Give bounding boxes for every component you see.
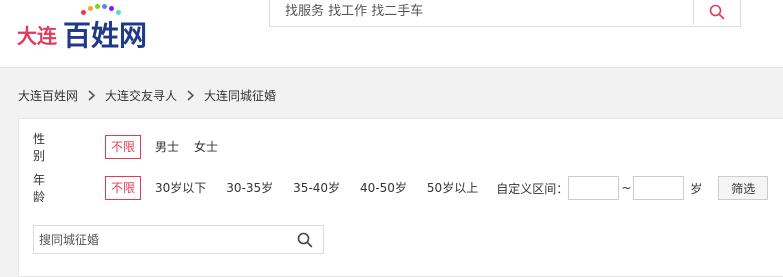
gender-option-any[interactable]: 不限 xyxy=(105,135,142,159)
age-option-any[interactable]: 不限 xyxy=(105,176,142,200)
gender-option-male[interactable]: 男士 xyxy=(149,135,185,159)
age-option-under-30[interactable]: 30岁以下 xyxy=(149,176,212,200)
local-search-input[interactable] xyxy=(34,226,289,253)
age-options: 不限 30岁以下 30-35岁 35-40岁 40-50岁 50岁以上 自定义区… xyxy=(105,176,769,200)
filter-panel: 性别 不限 男士 女士 年龄 不限 30岁以下 30-35岁 35-40岁 40… xyxy=(18,118,783,277)
age-option-over-50[interactable]: 50岁以上 xyxy=(421,176,484,200)
filter-submit-button[interactable]: 筛选 xyxy=(718,176,769,200)
chevron-right-icon xyxy=(187,89,195,101)
custom-range-label: 自定义区间： xyxy=(496,181,569,196)
local-search-box xyxy=(33,225,324,254)
gender-option-female[interactable]: 女士 xyxy=(188,135,224,159)
breadcrumb-link-home[interactable]: 大连百姓网 xyxy=(18,87,78,104)
global-search-bar xyxy=(269,0,741,27)
age-max-input[interactable] xyxy=(633,176,685,200)
breadcrumb: 大连百姓网 大连交友寻人 大连同城征婚 xyxy=(18,86,276,104)
global-search-button[interactable] xyxy=(693,0,740,25)
age-option-35-40[interactable]: 35-40岁 xyxy=(287,176,346,200)
age-option-40-50[interactable]: 40-50岁 xyxy=(354,176,413,200)
logo-city-text: 大连 xyxy=(17,24,57,48)
breadcrumb-current: 大连同城征婚 xyxy=(204,88,277,103)
age-min-input[interactable] xyxy=(568,176,620,200)
site-logo[interactable]: 大连 百姓网 xyxy=(17,2,177,52)
global-search-input[interactable] xyxy=(270,0,694,25)
logo-brand-text: 百姓网 xyxy=(63,19,148,52)
age-filter-label: 年龄 xyxy=(33,173,46,204)
age-unit-label: 岁 xyxy=(690,181,703,196)
site-header: 大连 百姓网 xyxy=(0,0,783,68)
range-separator: ~ xyxy=(621,181,632,195)
gender-options: 不限 男士 女士 xyxy=(105,135,232,159)
search-icon[interactable] xyxy=(297,232,313,252)
search-icon xyxy=(709,4,725,19)
chevron-right-icon xyxy=(88,89,96,101)
age-custom-range: 自定义区间： ~ 岁 筛选 xyxy=(496,176,769,200)
age-option-30-35[interactable]: 30-35岁 xyxy=(220,176,279,200)
breadcrumb-link-category[interactable]: 大连交友寻人 xyxy=(105,87,177,104)
gender-filter-label: 性别 xyxy=(33,132,46,163)
